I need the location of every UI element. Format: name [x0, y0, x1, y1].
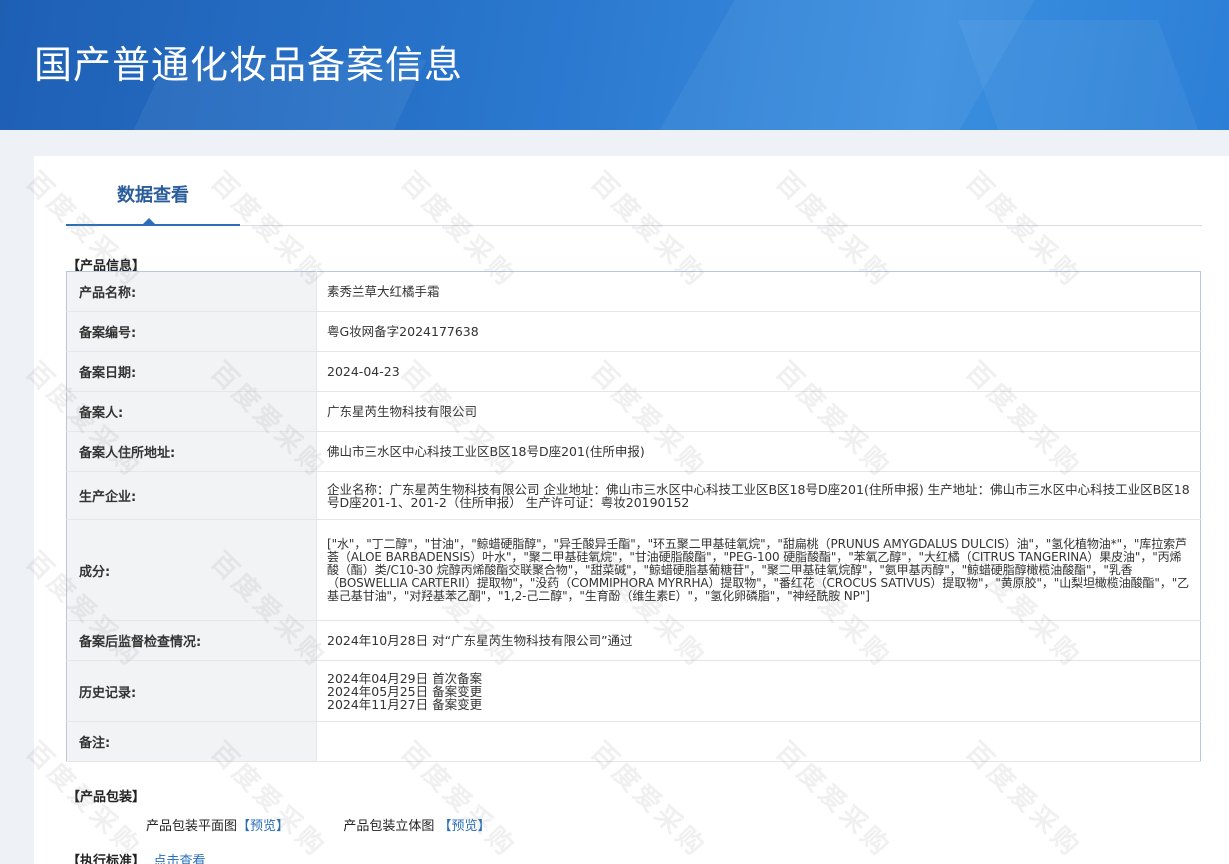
table-row: 备注:: [66, 721, 1201, 762]
row-key: 备案日期:: [66, 351, 317, 392]
row-key: 备案人住所地址:: [66, 431, 317, 472]
packaging-flat-label: 产品包装平面图: [146, 819, 238, 834]
tab-indicator-arrow: [142, 218, 156, 225]
standard-view-link[interactable]: 点击查看: [154, 854, 206, 864]
table-row: 备案编号: 粤G妆网备字2024177638: [66, 311, 1201, 352]
manufacturer-value: 企业名称：广东星芮生物科技有限公司 企业地址：佛山市三水区中心科技工业区B区18…: [316, 471, 1201, 520]
packaging-row: 产品包装平面图【预览】 产品包装立体图 【预览】: [146, 815, 490, 834]
section-standard: 【执行标准】 点击查看: [67, 850, 206, 864]
banner-decoration: [958, 20, 1202, 130]
row-key: 备案编号:: [66, 311, 317, 352]
row-key: 成分:: [66, 519, 317, 621]
table-row: 生产企业: 企业名称：广东星芮生物科技有限公司 企业地址：佛山市三水区中心科技工…: [66, 471, 1201, 520]
table-row: 备案人: 广东星芮生物科技有限公司: [66, 391, 1201, 432]
filer-value: 广东星芮生物科技有限公司: [316, 391, 1201, 432]
section-standard-label: 【执行标准】: [67, 854, 146, 864]
tab-data-view[interactable]: 数据查看: [66, 182, 240, 226]
row-key: 历史记录:: [66, 660, 317, 722]
header-banner: 国产普通化妆品备案信息: [0, 0, 1229, 130]
product-name-value: 素秀兰草大红橘手霜: [316, 271, 1201, 312]
row-key: 备注:: [66, 721, 317, 762]
table-row: 成分: ["水"，"丁二醇"，"甘油"，"鲸蜡硬脂醇"，"异壬酸异壬酯"，"环五…: [66, 519, 1201, 621]
section-packaging: 【产品包装】: [67, 790, 146, 805]
table-row: 产品名称: 素秀兰草大红橘手霜: [66, 271, 1201, 312]
content-panel: 数据查看 【产品信息】 产品名称: 素秀兰草大红橘手霜 备案编号: 粤G妆网备字…: [34, 156, 1229, 864]
ingredients-value: ["水"，"丁二醇"，"甘油"，"鲸蜡硬脂醇"，"异壬酸异壬酯"，"环五聚二甲基…: [316, 519, 1201, 621]
row-key: 生产企业:: [66, 471, 317, 520]
history-entry: 2024年04月29日 首次备案: [327, 670, 483, 686]
page-title: 国产普通化妆品备案信息: [34, 43, 464, 87]
filer-address-value: 佛山市三水区中心科技工业区B区18号D座201(住所申报): [316, 431, 1201, 472]
remarks-value: [316, 721, 1201, 762]
table-row: 历史记录: 2024年04月29日 首次备案 2024年05月25日 备案变更 …: [66, 660, 1201, 722]
history-value: 2024年04月29日 首次备案 2024年05月25日 备案变更 2024年1…: [316, 660, 1201, 722]
row-key: 备案人:: [66, 391, 317, 432]
inspection-value: 2024年10月28日 对“广东星芮生物科技有限公司”通过: [316, 620, 1201, 661]
history-entry: 2024年05月25日 备案变更: [327, 683, 483, 699]
packaging-solid-label: 产品包装立体图: [343, 819, 435, 834]
packaging-flat-preview-link[interactable]: 【预览】: [237, 819, 289, 834]
row-key: 备案后监督检查情况:: [66, 620, 317, 661]
filing-date-value: 2024-04-23: [316, 351, 1201, 392]
table-row: 备案日期: 2024-04-23: [66, 351, 1201, 392]
tab-bar: 数据查看: [66, 182, 1202, 226]
table-row: 备案后监督检查情况: 2024年10月28日 对“广东星芮生物科技有限公司”通过: [66, 620, 1201, 661]
packaging-solid-preview-link[interactable]: 【预览】: [438, 819, 490, 834]
row-key: 产品名称:: [66, 271, 317, 312]
filing-number-value: 粤G妆网备字2024177638: [316, 311, 1201, 352]
history-entry: 2024年11月27日 备案变更: [327, 696, 483, 712]
table-row: 备案人住所地址: 佛山市三水区中心科技工业区B区18号D座201(住所申报): [66, 431, 1201, 472]
product-info-table: 产品名称: 素秀兰草大红橘手霜 备案编号: 粤G妆网备字2024177638 备…: [66, 271, 1201, 762]
tab-label: 数据查看: [117, 185, 189, 206]
